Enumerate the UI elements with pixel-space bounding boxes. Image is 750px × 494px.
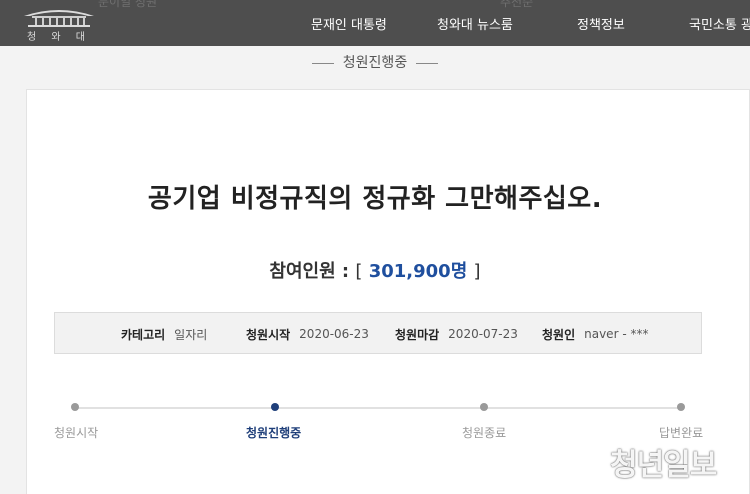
status-divider-left xyxy=(311,62,334,64)
info-value: 일자리 xyxy=(174,327,208,342)
logo-text: 청 와 대 xyxy=(27,32,91,43)
status-label: 청원진행중 xyxy=(342,55,408,71)
info-start-date: 청원시작 2020-06-23 xyxy=(246,313,369,355)
petition-info-box: 카테고리 일자리 청원시작 2020-06-23 청원마감 2020-07-23… xyxy=(54,312,702,354)
count-close-bracket: ] xyxy=(473,261,481,282)
count-open-bracket: [ xyxy=(355,261,363,282)
petition-title: 공기업 비정규직의 정규화 그만해주십오. xyxy=(147,184,603,214)
step-dot-in-progress xyxy=(271,403,279,411)
step-label-answered: 답변완료 xyxy=(659,426,704,440)
info-key: 청원인 xyxy=(542,327,576,342)
nav-policy[interactable]: 정책정보 xyxy=(577,0,625,46)
step-dot-closed xyxy=(480,403,488,411)
info-category: 카테고리 일자리 xyxy=(121,313,207,355)
info-value: 2020-06-23 xyxy=(299,327,369,341)
step-label-closed: 청원종료 xyxy=(462,426,507,440)
info-value: 2020-07-23 xyxy=(448,327,518,341)
count-label: 참여인원 : xyxy=(269,261,350,282)
step-label-start: 청원시작 xyxy=(54,426,99,440)
step-label-in-progress: 청원진행중 xyxy=(246,426,302,440)
nav-newsroom[interactable]: 청와대 뉴스룸 xyxy=(437,0,513,46)
info-petitioner: 청원인 naver - *** xyxy=(542,313,648,355)
blue-house-icon xyxy=(24,10,94,27)
count-value: 301,900명 xyxy=(368,261,468,282)
nav-communication[interactable]: 국민소통 광 xyxy=(689,0,750,46)
step-dot-start xyxy=(71,403,79,411)
participant-count: 참여인원 : [ 301,900명 ] xyxy=(0,257,750,283)
status-divider-right xyxy=(416,62,439,64)
info-key: 카테고리 xyxy=(121,327,166,342)
nav-president[interactable]: 문재인 대통령 xyxy=(311,0,387,46)
step-dot-answered xyxy=(677,403,685,411)
info-end-date: 청원마감 2020-07-23 xyxy=(395,313,518,355)
info-key: 청원시작 xyxy=(246,327,291,342)
faded-title-left: 문이일 청원 xyxy=(98,0,158,9)
info-key: 청원마감 xyxy=(395,327,440,342)
petition-status: 청원진행중 xyxy=(0,52,750,72)
progress-track xyxy=(75,407,681,409)
info-value: naver - *** xyxy=(584,327,649,341)
cheongwadae-logo[interactable]: 청 와 대 xyxy=(20,2,98,44)
top-header: 청 와 대 문이일 청원 추천순 문재인 대통령 청와대 뉴스룸 정책정보 국민… xyxy=(0,0,750,46)
news-watermark: 청년일보 xyxy=(610,448,717,483)
petition-card xyxy=(26,89,750,494)
